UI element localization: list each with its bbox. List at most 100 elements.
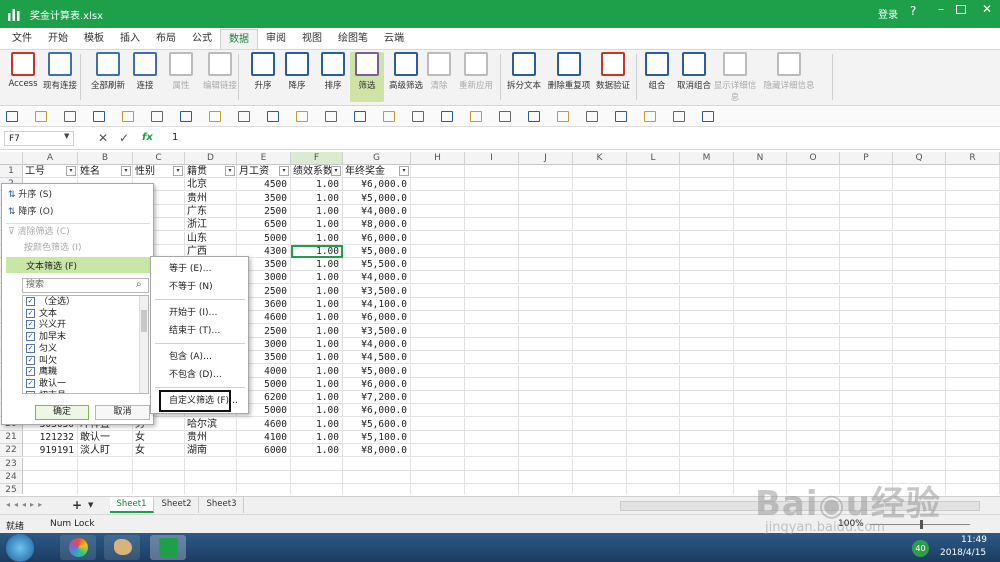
grid-cell[interactable] bbox=[573, 470, 627, 484]
tab-6[interactable]: 数据 bbox=[220, 29, 258, 49]
grid-cell[interactable]: ¥4,000.0 bbox=[343, 204, 411, 218]
grid-cell[interactable] bbox=[840, 178, 893, 192]
ribbon-button-0[interactable]: Access bbox=[8, 52, 38, 102]
grid-cell[interactable]: 5000 bbox=[237, 231, 291, 245]
grid-cell[interactable] bbox=[840, 417, 893, 431]
grid-cell[interactable]: ¥4,500.0 bbox=[343, 351, 411, 365]
grid-cell[interactable]: 贵州 bbox=[185, 431, 237, 444]
grid-cell[interactable] bbox=[627, 431, 680, 444]
grid-cell[interactable]: 4500 bbox=[237, 178, 291, 192]
grid-cell[interactable] bbox=[411, 457, 465, 471]
grid-cell[interactable] bbox=[840, 218, 893, 232]
grid-cell[interactable] bbox=[840, 244, 893, 258]
grid-cell[interactable]: ¥7,200.0 bbox=[343, 391, 411, 405]
grid-cell[interactable]: 1.00 bbox=[291, 231, 343, 245]
grid-cell[interactable]: 女 bbox=[133, 431, 185, 444]
help-button[interactable]: ? bbox=[910, 4, 916, 18]
grid-cell[interactable]: ¥3,500.0 bbox=[343, 324, 411, 338]
grid-cell[interactable]: 哈尔滨 bbox=[185, 417, 237, 431]
grid-cell[interactable]: ¥5,500.0 bbox=[343, 258, 411, 272]
grid-cell[interactable] bbox=[573, 404, 627, 418]
grid-cell[interactable]: 1.00 bbox=[291, 178, 343, 192]
grid-cell[interactable] bbox=[680, 391, 734, 405]
grid-cell[interactable] bbox=[627, 271, 680, 285]
checkbox-icon[interactable]: ✓ bbox=[26, 355, 35, 365]
grid-cell[interactable] bbox=[291, 457, 343, 471]
grid-cell[interactable] bbox=[840, 364, 893, 378]
grid-cell[interactable] bbox=[893, 391, 946, 405]
grid-cell[interactable] bbox=[133, 484, 185, 494]
list-scrollbar[interactable] bbox=[139, 296, 148, 393]
taskbar-app-paint[interactable] bbox=[104, 535, 140, 560]
grid-cell[interactable] bbox=[787, 324, 840, 338]
contains-item[interactable]: 包含 (A)… bbox=[169, 349, 212, 365]
grid-cell[interactable]: 女 bbox=[133, 444, 185, 458]
header-cell[interactable]: 月工资 ▾ bbox=[237, 165, 291, 178]
grid-cell[interactable]: 6500 bbox=[237, 218, 291, 232]
ribbon-button-2[interactable]: 全部刷新 bbox=[88, 52, 128, 102]
grid-cell[interactable] bbox=[519, 337, 573, 351]
scatter-icon[interactable] bbox=[441, 111, 453, 122]
grid-cell[interactable]: ¥6,000.0 bbox=[343, 178, 411, 192]
grid-cell[interactable] bbox=[946, 444, 1000, 458]
grid-cell[interactable] bbox=[411, 337, 465, 351]
column-header[interactable]: K bbox=[573, 152, 627, 165]
checkbox-icon[interactable]: ✓ bbox=[26, 343, 35, 353]
tab-7[interactable]: 审阅 bbox=[258, 29, 294, 49]
ribbon-button-8[interactable]: 排序 bbox=[318, 52, 348, 102]
grid-cell[interactable] bbox=[343, 484, 411, 494]
grid-cell[interactable] bbox=[680, 231, 734, 245]
grid-cell[interactable] bbox=[893, 431, 946, 444]
grid-cell[interactable] bbox=[23, 470, 78, 484]
column-header[interactable]: O bbox=[787, 152, 840, 165]
grid-cell[interactable]: 湖南 bbox=[185, 444, 237, 458]
grid-cell[interactable] bbox=[519, 258, 573, 272]
filter-value-list[interactable]: ✓ （全选） ✓ 文本 ✓ 兴义开 ✓ 加早末 ✓ 匀义 ✓ 叫欠 ✓ 鹰耭 ✓ 敢认一 ✓ 忉吉昌 bbox=[22, 295, 149, 394]
grid-cell[interactable] bbox=[465, 178, 519, 192]
area-chart-icon[interactable] bbox=[499, 111, 511, 122]
grid-cell[interactable] bbox=[411, 204, 465, 218]
grid-cell[interactable] bbox=[627, 178, 680, 192]
grid-cell[interactable] bbox=[343, 457, 411, 471]
sheet-tab-1[interactable]: Sheet2 bbox=[155, 497, 199, 513]
grid-cell[interactable] bbox=[680, 284, 734, 298]
sheet-nav-arrows-icon[interactable]: ◂◂◂▸▸ bbox=[6, 500, 46, 509]
tab-1[interactable]: 开始 bbox=[40, 29, 76, 49]
grid-cell[interactable] bbox=[787, 337, 840, 351]
column-header[interactable]: D bbox=[185, 152, 237, 165]
sum-icon[interactable] bbox=[673, 111, 685, 122]
grid-cell[interactable] bbox=[573, 244, 627, 258]
grid-cell[interactable] bbox=[573, 191, 627, 205]
grid-cell[interactable] bbox=[465, 444, 519, 458]
grid-cell[interactable] bbox=[840, 391, 893, 405]
grid-cell[interactable] bbox=[465, 351, 519, 365]
grid-cell[interactable] bbox=[946, 231, 1000, 245]
ribbon-button-19[interactable]: 隐藏详细信息 bbox=[762, 52, 816, 102]
taskbar-app-browser[interactable] bbox=[60, 535, 96, 560]
grid-cell[interactable]: 1.00 bbox=[291, 417, 343, 431]
grid-cell[interactable] bbox=[946, 311, 1000, 325]
tab-2[interactable]: 模板 bbox=[76, 29, 112, 49]
grid-cell[interactable] bbox=[465, 377, 519, 391]
grid-cell[interactable] bbox=[680, 470, 734, 484]
grid-cell[interactable] bbox=[411, 351, 465, 365]
ribbon-button-10[interactable]: 高级筛选 bbox=[386, 52, 426, 102]
ribbon-button-18[interactable]: 显示详细信息 bbox=[710, 52, 760, 103]
select-all-corner[interactable] bbox=[0, 152, 23, 165]
grid-cell[interactable] bbox=[411, 178, 465, 192]
grid-cell[interactable]: 1.00 bbox=[291, 351, 343, 365]
grid-cell[interactable] bbox=[680, 351, 734, 365]
grid-cell[interactable] bbox=[573, 284, 627, 298]
grid-cell[interactable] bbox=[465, 231, 519, 245]
grid-cell[interactable] bbox=[734, 218, 787, 232]
ribbon-button-12[interactable]: 重新应用 bbox=[458, 52, 494, 102]
grid-cell[interactable]: ¥5,000.0 bbox=[343, 364, 411, 378]
grid-cell[interactable] bbox=[840, 404, 893, 418]
grid-cell[interactable] bbox=[519, 324, 573, 338]
grid-cell[interactable] bbox=[946, 244, 1000, 258]
grid-cell[interactable] bbox=[627, 417, 680, 431]
grid-cell[interactable]: 1.00 bbox=[291, 298, 343, 311]
equals-item[interactable]: 等于 (E)… bbox=[169, 261, 212, 277]
grid-cell[interactable] bbox=[734, 364, 787, 378]
grid-cell[interactable] bbox=[411, 311, 465, 325]
